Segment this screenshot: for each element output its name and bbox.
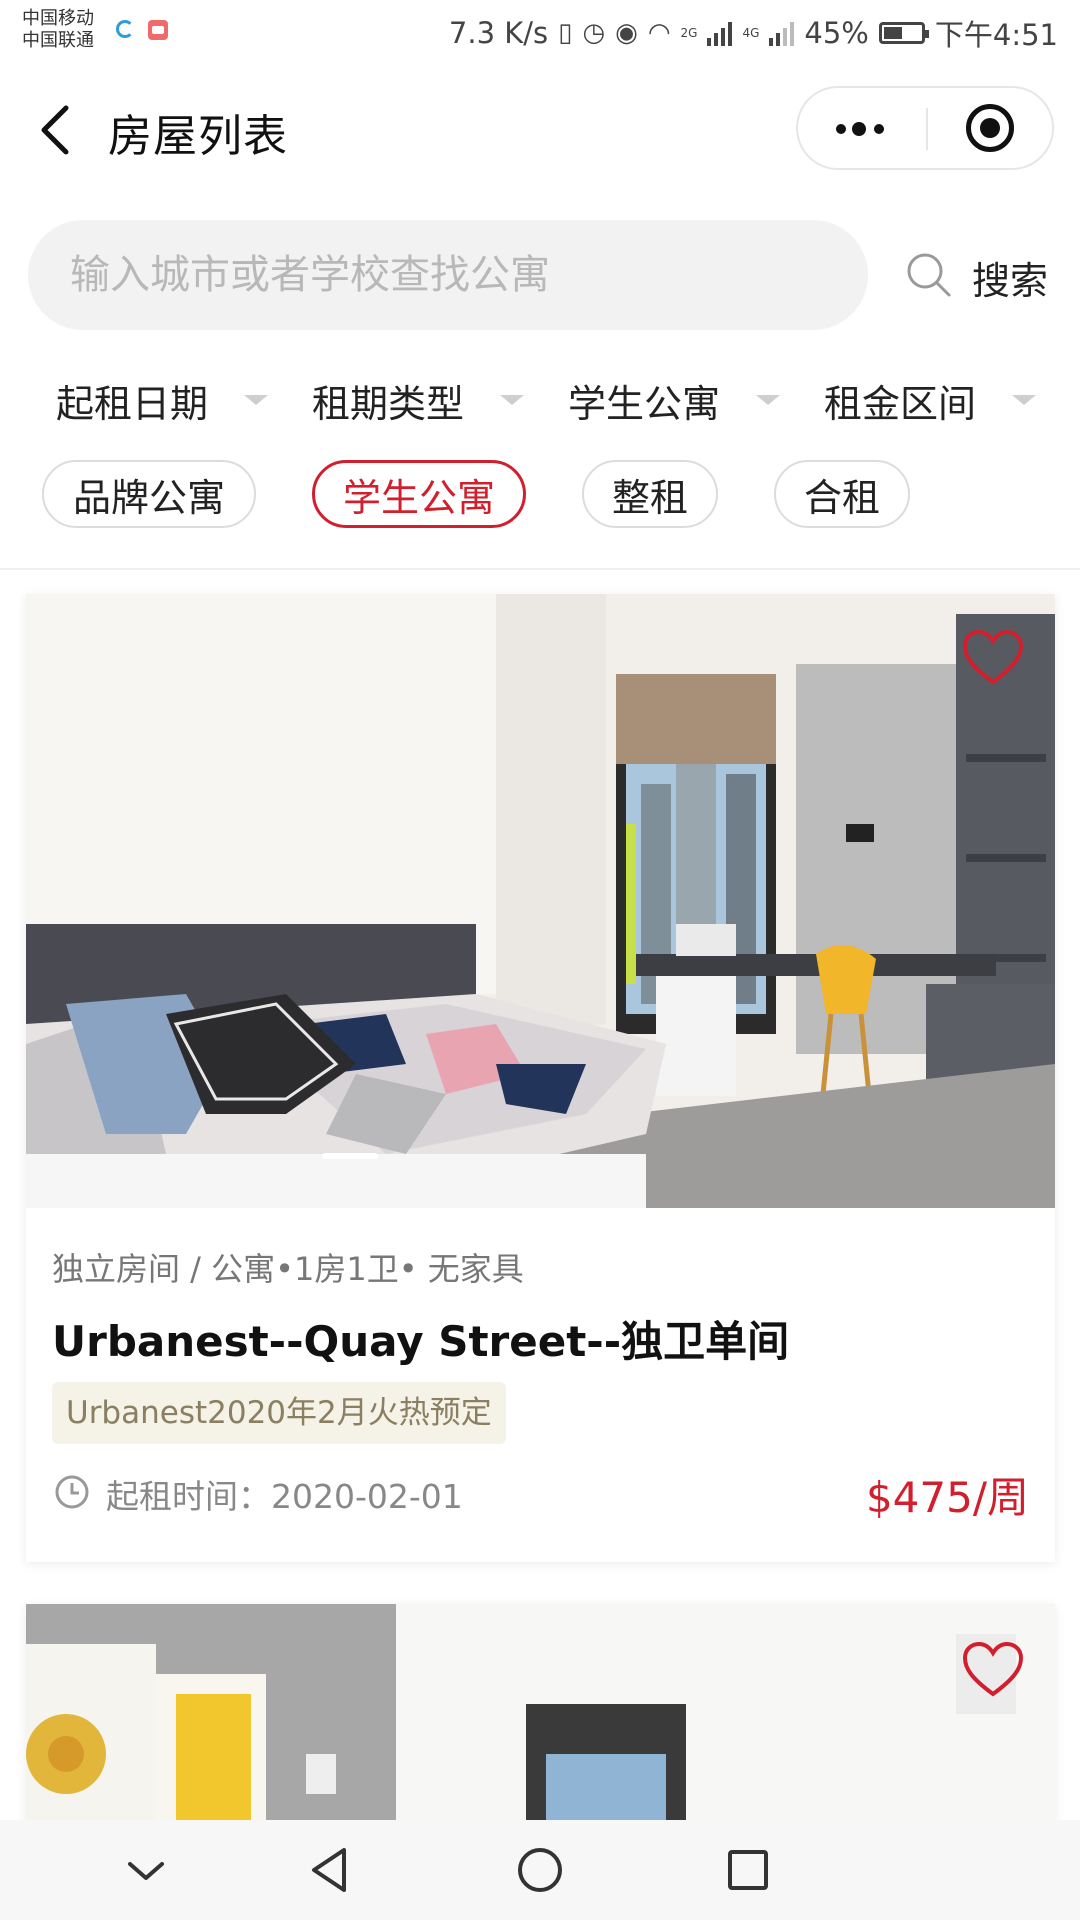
filter-label: 学生公寓 (568, 381, 721, 426)
net-speed: 7.3 K/s (448, 16, 549, 50)
listing-photo[interactable] (26, 594, 1055, 1208)
heart-outline-icon (962, 629, 1024, 685)
filter-apartment-type[interactable]: 学生公寓 (568, 372, 781, 428)
battery-icon (878, 22, 929, 44)
status-indicators: 7.3 K/s ▯ ◷ ◉ ◠ 2G 4G 45% 下午4:51 (449, 12, 1058, 54)
filter-label: 起租日期 (56, 381, 209, 426)
system-nav-bar (0, 1820, 1080, 1920)
network-type-1: 2G (680, 26, 698, 40)
filter-label: 租期类型 (312, 381, 465, 426)
listing-name[interactable]: Urbanest--Quay Street--独卫单间 (52, 1308, 789, 1369)
page-title: 房屋列表 (108, 111, 288, 162)
back-arrow-icon (41, 105, 69, 155)
signal-1-icon (707, 20, 733, 46)
heart-outline-icon (962, 1641, 1024, 1697)
search-button[interactable]: 搜索 (972, 250, 1048, 305)
price: $475/周 (865, 1473, 1029, 1522)
tag-bar: 品牌公寓 学生公寓 整租 合租 (0, 460, 1080, 530)
carrier-names: 中国移动 中国联通 (22, 8, 94, 52)
tag-whole-rent[interactable]: 整租 (582, 460, 718, 528)
wifi-icon: ◠ (647, 18, 671, 48)
mini-program-capsule (796, 86, 1054, 170)
favorite-button[interactable] (961, 628, 1025, 686)
caret-down-icon (756, 395, 781, 405)
chevron-down-icon[interactable] (116, 1840, 176, 1900)
tag-student-apartment[interactable]: 学生公寓 (312, 460, 526, 528)
divider (0, 568, 1080, 570)
close-button[interactable] (928, 88, 1052, 168)
filter-bar: 起租日期 租期类型 学生公寓 租金区间 (0, 360, 1080, 432)
square-recents-icon[interactable] (718, 1840, 778, 1900)
triangle-back-icon[interactable] (302, 1840, 362, 1900)
start-date: 起租时间：2020-02-01 (106, 1477, 463, 1516)
eye-icon: ◉ (615, 18, 638, 48)
filter-rent-range[interactable]: 租金区间 (824, 372, 1037, 428)
search-icon[interactable] (904, 250, 952, 298)
carrier-2: 中国联通 (22, 30, 94, 51)
title-bar: 房屋列表 (0, 64, 1080, 194)
bedroom-photo (26, 594, 1055, 1208)
tag-brand-apartment[interactable]: 品牌公寓 (42, 460, 256, 528)
carrier-1: 中国移动 (22, 8, 94, 29)
network-type-2: 4G (742, 26, 760, 40)
clock-time: 下午4:51 (934, 18, 1058, 52)
tag-shared-rent[interactable]: 合租 (774, 460, 910, 528)
caret-down-icon (500, 395, 525, 405)
listing-meta: 独立房间 / 公寓•1房1卫• 无家具 (52, 1250, 524, 1288)
vibrate-icon: ▯ (558, 18, 573, 48)
signal-2-icon (769, 20, 795, 46)
battery-percent: 45% (804, 16, 869, 50)
more-button[interactable] (798, 88, 926, 168)
circle-home-icon[interactable] (510, 1840, 570, 1900)
filter-label: 租金区间 (824, 381, 977, 426)
more-dots-icon (836, 124, 846, 134)
status-bar: 中国移动 中国联通 7.3 K/s ▯ ◷ ◉ ◠ 2G 4G 45% 下午4:… (0, 0, 1080, 64)
notification-icons (116, 20, 168, 40)
clock-icon (55, 1475, 89, 1509)
caret-down-icon (244, 395, 269, 405)
listing-card[interactable]: 独立房间 / 公寓•1房1卫• 无家具 Urbanest--Quay Stree… (26, 594, 1055, 1562)
favorite-button[interactable] (961, 1640, 1025, 1698)
alarm-icon: ◷ (582, 18, 606, 48)
caret-down-icon (1012, 395, 1037, 405)
message-notification-icon (148, 20, 168, 40)
filter-start-date[interactable]: 起租日期 (56, 372, 269, 428)
search-input[interactable] (28, 220, 868, 330)
promo-badge: Urbanest2020年2月火热预定 (52, 1382, 506, 1444)
back-button[interactable] (30, 102, 80, 158)
browser-notification-icon (116, 20, 134, 38)
filter-lease-type[interactable]: 租期类型 (312, 372, 525, 428)
carousel-indicator (322, 1153, 378, 1159)
